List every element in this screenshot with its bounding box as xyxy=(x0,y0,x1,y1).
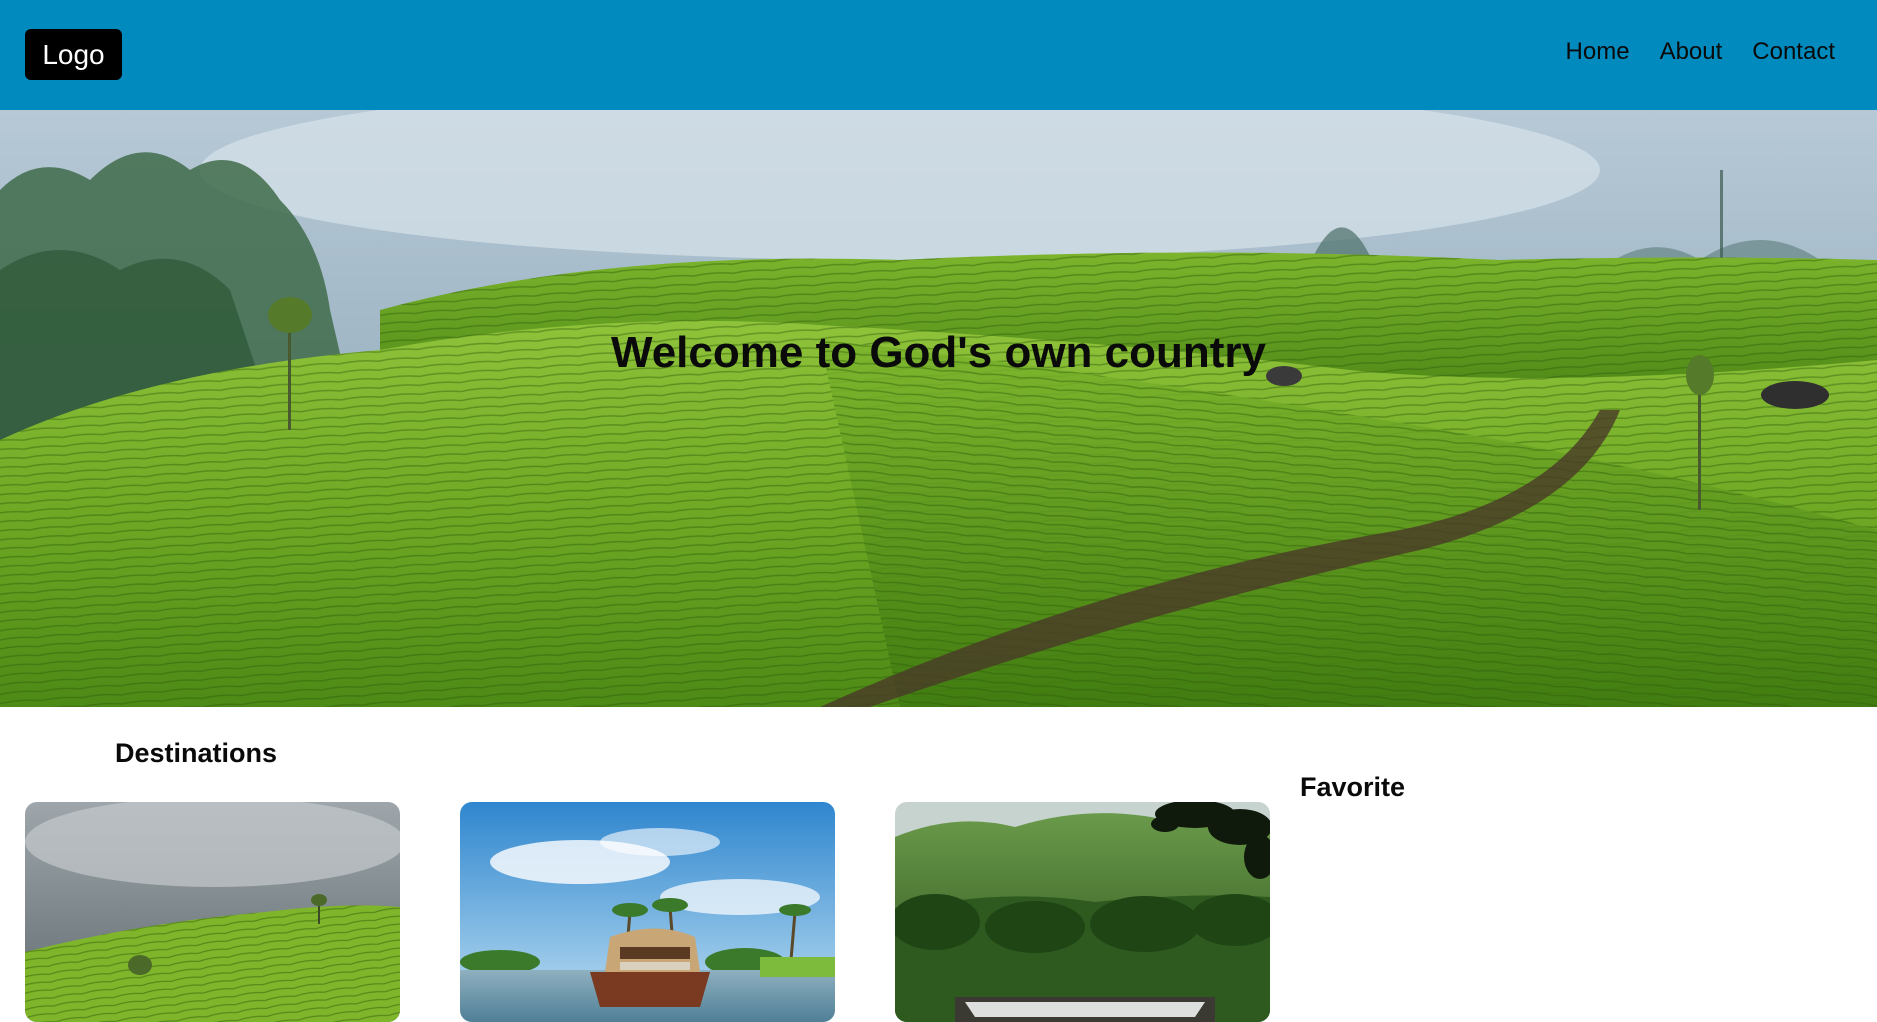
misty-tea-hills-image xyxy=(25,802,400,1022)
main-nav: Home About Contact xyxy=(1566,36,1835,68)
nav-link-about[interactable]: About xyxy=(1660,36,1723,68)
forest-waterfall-image xyxy=(895,802,1270,1022)
tea-plantation-image xyxy=(0,110,1877,707)
logo[interactable]: Logo xyxy=(25,29,122,80)
destination-card[interactable] xyxy=(895,802,1270,1022)
hero-title: Welcome to God's own country xyxy=(610,328,1267,377)
site-header: Logo Home About Contact xyxy=(0,0,1877,110)
nav-link-contact[interactable]: Contact xyxy=(1752,36,1835,68)
houseboat-backwaters-image xyxy=(460,802,835,1022)
destination-card[interactable] xyxy=(460,802,835,1022)
destination-card[interactable] xyxy=(25,802,400,1022)
nav-link-home[interactable]: Home xyxy=(1566,36,1630,68)
hero-banner: Welcome to God's own country xyxy=(0,110,1877,707)
favorite-heading: Favorite xyxy=(1300,772,1406,802)
destinations-heading: Destinations xyxy=(115,738,278,768)
